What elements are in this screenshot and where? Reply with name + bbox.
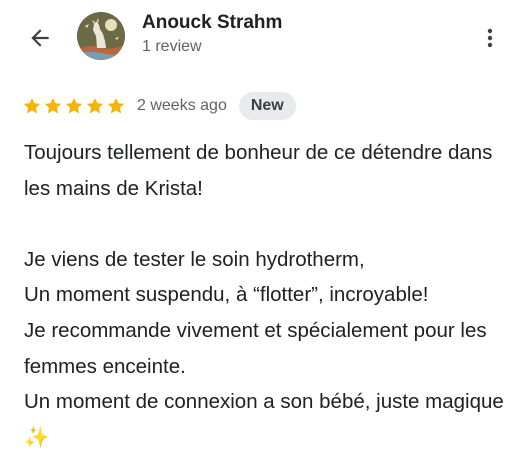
avatar[interactable] bbox=[77, 12, 125, 60]
review-time: 2 weeks ago bbox=[137, 97, 227, 114]
new-badge: New bbox=[238, 92, 296, 120]
back-button[interactable] bbox=[22, 20, 58, 56]
star-rating bbox=[22, 96, 126, 116]
star-icon bbox=[107, 98, 125, 114]
review-meta: 2 weeks ago New bbox=[22, 91, 296, 121]
reviewer-review-count: 1 review bbox=[142, 38, 202, 55]
reviewer-name[interactable]: Anouck Strahm bbox=[142, 12, 282, 34]
review-text: Toujours tellement de bonheur de ce déte… bbox=[24, 141, 504, 449]
more-options-button[interactable] bbox=[474, 20, 506, 56]
arrow-left-icon bbox=[31, 29, 49, 47]
more-vert-icon bbox=[487, 28, 493, 48]
star-icon bbox=[44, 98, 62, 114]
howling-wolf-avatar-icon bbox=[77, 12, 125, 60]
review-header: Anouck Strahm 1 review bbox=[0, 0, 528, 76]
star-icon bbox=[86, 98, 104, 114]
star-icon bbox=[23, 98, 41, 114]
star-icon bbox=[65, 98, 83, 114]
